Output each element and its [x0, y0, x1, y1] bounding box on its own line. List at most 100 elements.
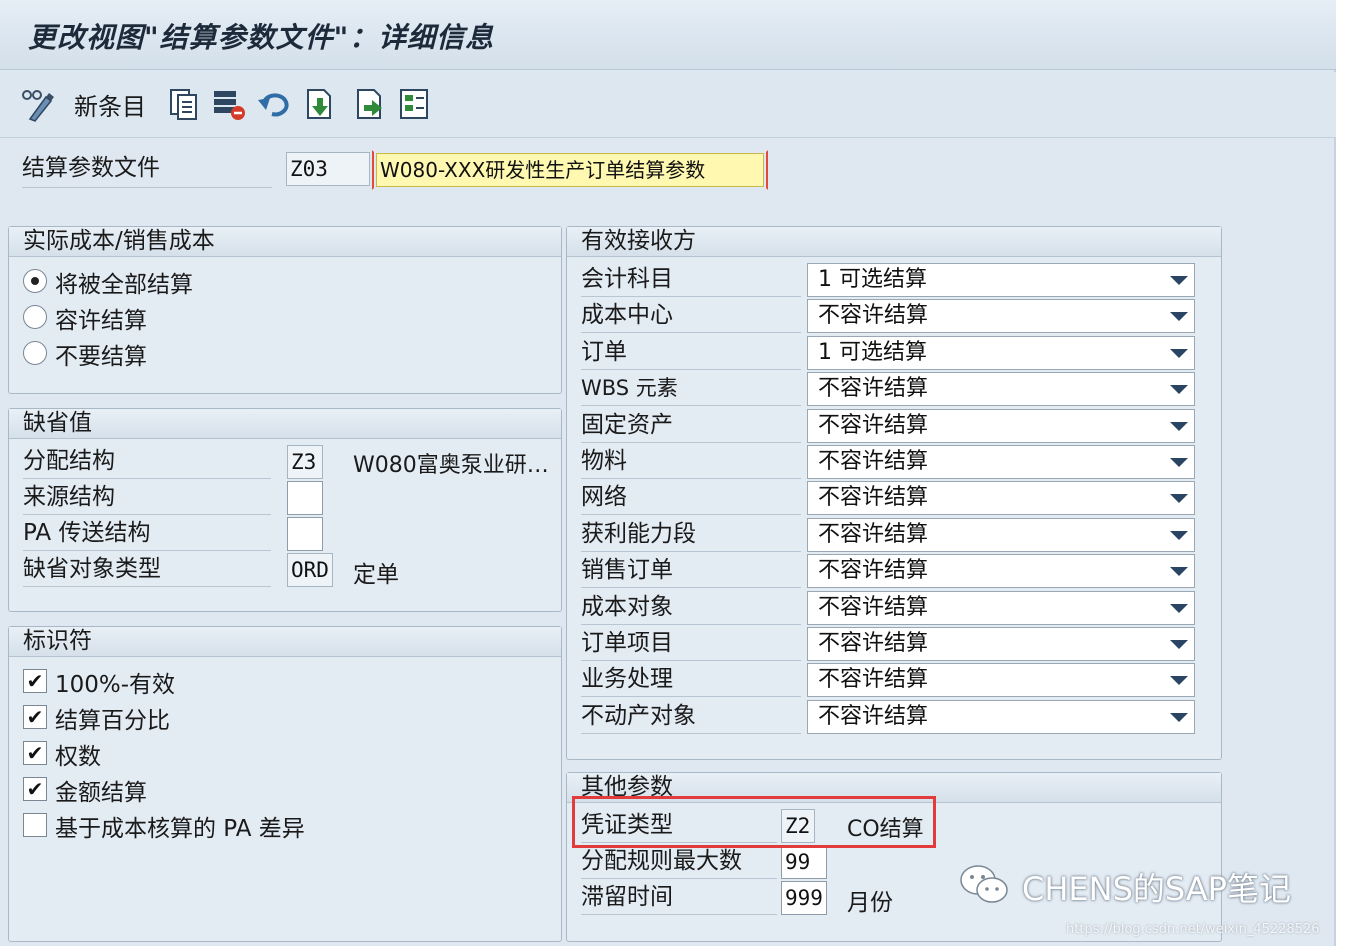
- settlement-profile-label: 结算参数文件: [22, 152, 272, 188]
- receiver-label: 销售订单: [581, 554, 801, 589]
- title-bar: 更改视图"结算参数文件"：详细信息: [0, 0, 1336, 70]
- watermark-text: CHENS的SAP笔记: [1022, 870, 1291, 908]
- max-distribution-rules-field[interactable]: 99: [781, 845, 827, 879]
- receiver-settlement-value: 不容许结算: [818, 376, 929, 402]
- dropdown-arrow-icon[interactable]: [1170, 421, 1188, 431]
- receiver-settlement-dropdown[interactable]: 1 可选结算: [807, 335, 1195, 370]
- actual-cost-group-title: 实际成本/销售成本: [23, 228, 215, 254]
- radio-full-settlement[interactable]: [23, 269, 47, 293]
- receiver-label: 成本中心: [581, 299, 801, 334]
- receiver-settlement-value: 不容许结算: [818, 703, 929, 729]
- default-object-type-label: 缺省对象类型: [23, 553, 271, 587]
- annotation-highlight-box: [572, 796, 936, 848]
- receiver-label: 获利能力段: [581, 518, 801, 552]
- actual-cost-group: 实际成本/销售成本 将被全部结算 容许结算 不要结算: [8, 226, 562, 394]
- checkbox-amount-settlement-label: 金额结算: [55, 780, 147, 806]
- default-values-group-header: 缺省值: [9, 409, 561, 439]
- dropdown-arrow-icon[interactable]: [1170, 712, 1188, 722]
- pa-transfer-structure-label: PA 传送结构: [23, 517, 271, 551]
- receiver-settlement-value: 不容许结算: [818, 303, 929, 329]
- dropdown-arrow-icon[interactable]: [1170, 676, 1188, 686]
- receiver-settlement-value: 不容许结算: [818, 521, 929, 547]
- sap-window: 更改视图"结算参数文件"：详细信息 新条目 结算参数文件 Z03 W080-XX…: [0, 0, 1336, 946]
- settlement-profile-description-field[interactable]: W080-XXX研发性生产订单结算参数: [376, 153, 764, 187]
- dropdown-arrow-icon[interactable]: [1170, 348, 1188, 358]
- receiver-settlement-dropdown[interactable]: 不容许结算: [807, 627, 1195, 661]
- previous-entry-icon[interactable]: [302, 84, 338, 124]
- dropdown-arrow-icon[interactable]: [1170, 276, 1188, 285]
- receiver-label: 成本对象: [581, 591, 801, 625]
- receiver-settlement-value: 不容许结算: [818, 631, 929, 656]
- checkbox-equivalence-numbers[interactable]: ✔: [23, 741, 47, 765]
- receiver-settlement-value: 不容许结算: [818, 667, 929, 693]
- receiver-settlement-dropdown[interactable]: 1 可选结算: [807, 263, 1195, 297]
- radio-allow-settlement[interactable]: [23, 305, 47, 329]
- default-object-type-field[interactable]: ORD: [287, 553, 333, 587]
- dropdown-arrow-icon[interactable]: [1170, 312, 1188, 322]
- max-distribution-rules-label: 分配规则最大数: [581, 845, 777, 879]
- page-title: 更改视图"结算参数文件"：详细信息: [28, 21, 495, 54]
- receiver-settlement-dropdown[interactable]: 不容许结算: [807, 517, 1195, 552]
- receiver-settlement-dropdown[interactable]: 不容许结算: [807, 299, 1195, 334]
- settlement-profile-code-field[interactable]: Z03: [286, 152, 370, 186]
- receiver-settlement-dropdown[interactable]: 不容许结算: [807, 590, 1195, 625]
- receiver-settlement-dropdown[interactable]: 不容许结算: [807, 554, 1195, 589]
- receiver-label: 物料: [581, 445, 801, 479]
- checkbox-100-percent-valid[interactable]: ✔: [23, 669, 47, 693]
- receiver-settlement-dropdown[interactable]: 不容许结算: [807, 699, 1195, 734]
- dropdown-arrow-icon[interactable]: [1170, 385, 1188, 395]
- new-entry-label: 新条目: [74, 92, 146, 121]
- default-values-group: 缺省值 分配结构 Z3 W080富奥泵业研… 来源结构 PA 传送结构 缺省对象…: [8, 408, 562, 612]
- pa-transfer-structure-field[interactable]: [287, 517, 323, 551]
- receiver-settlement-dropdown[interactable]: 不容许结算: [807, 481, 1195, 516]
- receiver-label: 网络: [581, 481, 801, 516]
- allocation-structure-label: 分配结构: [23, 445, 271, 479]
- new-entry-button[interactable]: 新条目: [74, 84, 146, 124]
- residence-time-label: 滞留时间: [581, 881, 777, 915]
- delete-icon[interactable]: [210, 84, 248, 124]
- receiver-label: 固定资产: [581, 409, 801, 443]
- display-change-icon[interactable]: [18, 84, 58, 124]
- radio-no-settlement-label: 不要结算: [55, 344, 147, 370]
- indicators-group-title: 标识符: [23, 628, 92, 654]
- undo-icon[interactable]: [256, 84, 294, 124]
- valid-receivers-group-title: 有效接收方: [581, 228, 696, 254]
- receiver-settlement-dropdown[interactable]: 不容许结算: [807, 663, 1195, 698]
- checkbox-percent-settlement-label: 结算百分比: [55, 708, 170, 734]
- application-toolbar: 新条目: [0, 72, 1336, 138]
- receiver-settlement-value: 不容许结算: [818, 558, 929, 584]
- select-block-icon[interactable]: [396, 84, 432, 124]
- receiver-settlement-dropdown[interactable]: 不容许结算: [807, 372, 1195, 407]
- dropdown-arrow-icon[interactable]: [1170, 458, 1188, 467]
- checkbox-pa-variance[interactable]: [23, 813, 47, 837]
- receiver-label: 业务处理: [581, 663, 801, 698]
- source-structure-field[interactable]: [287, 481, 323, 515]
- dropdown-arrow-icon[interactable]: [1170, 530, 1188, 540]
- checkbox-100-percent-valid-label: 100%-有效: [55, 672, 176, 698]
- receiver-label: 订单项目: [581, 627, 801, 661]
- indicators-group: 标识符 ✔ 100%-有效 ✔ 结算百分比 ✔ 权数 ✔ 金额结算 基于成本核算…: [8, 626, 562, 942]
- dropdown-arrow-icon[interactable]: [1170, 603, 1188, 613]
- source-structure-label: 来源结构: [23, 481, 271, 515]
- receiver-settlement-value: 不容许结算: [818, 412, 929, 438]
- residence-time-field[interactable]: 999: [781, 881, 827, 915]
- receiver-settlement-value: 1 可选结算: [818, 339, 927, 365]
- receiver-label: 不动产对象: [581, 700, 801, 734]
- receiver-settlement-value: 不容许结算: [818, 449, 929, 474]
- default-object-type-description: 定单: [353, 562, 399, 588]
- valid-receivers-group-header: 有效接收方: [567, 227, 1221, 257]
- dropdown-arrow-icon[interactable]: [1170, 494, 1188, 504]
- valid-receivers-group: 有效接收方 会计科目 1 可选结算 成本中心 不容许结算 订单 1 可选结算 WBS 元素不…: [566, 226, 1222, 760]
- radio-no-settlement[interactable]: [23, 341, 47, 365]
- copy-as-icon[interactable]: [166, 84, 202, 124]
- checkbox-equivalence-numbers-label: 权数: [55, 744, 101, 770]
- indicators-group-header: 标识符: [9, 627, 561, 657]
- dropdown-arrow-icon[interactable]: [1170, 640, 1188, 649]
- checkbox-percent-settlement[interactable]: ✔: [23, 705, 47, 729]
- allocation-structure-field[interactable]: Z3: [287, 445, 323, 479]
- receiver-settlement-dropdown[interactable]: 不容许结算: [807, 408, 1195, 443]
- receiver-settlement-dropdown[interactable]: 不容许结算: [807, 445, 1195, 479]
- next-entry-icon[interactable]: [352, 84, 388, 124]
- checkbox-amount-settlement[interactable]: ✔: [23, 777, 47, 801]
- dropdown-arrow-icon[interactable]: [1170, 567, 1188, 577]
